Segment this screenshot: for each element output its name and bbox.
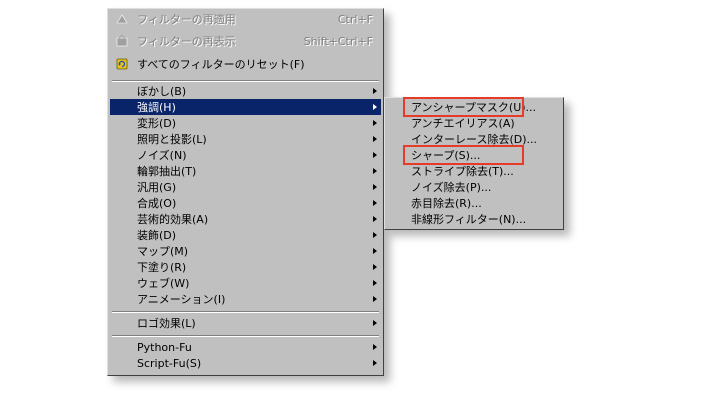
menu-item-logo-effects[interactable]: ロゴ効果(L) [110,315,381,331]
submenu-arrow-icon [373,120,377,126]
menu-item-label: シャープ(S)... [411,149,481,162]
submenu-item-destripe[interactable]: ストライプ除去(T)... [387,163,561,179]
filter-dialog-icon [116,34,128,47]
menu-item-blur[interactable]: ぼかし(B) [110,83,381,99]
menu-item-label: 芸術的効果(A) [137,213,209,226]
submenu-arrow-icon [373,88,377,94]
shortcut-label: Shift+Ctrl+F [303,35,373,48]
submenu-arrow-icon [373,248,377,254]
menu-item-label: ウェブ(W) [137,277,190,290]
menu-item-label: Script-Fu(S) [137,357,202,370]
menu-separator [112,80,379,82]
menu-item-reshow-filter[interactable]: フィルターの再表示 Shift+Ctrl+F [110,33,381,49]
submenu-arrow-icon [373,152,377,158]
menu-item-artistic[interactable]: 芸術的効果(A) [110,211,381,227]
submenu-arrow-icon [373,216,377,222]
menu-item-label: アニメーション(I) [137,293,226,306]
menu-item-combine[interactable]: 合成(O) [110,195,381,211]
submenu-item-antialias[interactable]: アンチエイリアス(A) [387,115,561,131]
menu-item-label: フィルターの再表示 [137,35,236,48]
menu-item-edge-detect[interactable]: 輪郭抽出(T) [110,163,381,179]
shortcut-label: Ctrl+F [337,13,373,26]
submenu-arrow-icon [373,232,377,238]
menu-separator [112,311,379,313]
submenu-arrow-icon [373,264,377,270]
menu-item-label: インターレース除去(D)... [411,133,537,146]
menu-item-animation[interactable]: アニメーション(I) [110,291,381,307]
menu-item-label: ぼかし(B) [137,85,187,98]
menu-item-label: 下塗り(R) [137,261,187,274]
menu-separator [112,335,379,337]
menu-item-label: ノイズ除去(P)... [411,181,492,194]
menu-item-render[interactable]: 下塗り(R) [110,259,381,275]
menu-item-web[interactable]: ウェブ(W) [110,275,381,291]
menu-item-distorts[interactable]: 変形(D) [110,115,381,131]
enhance-submenu: アンシャープマスク(U)... アンチエイリアス(A) インターレース除去(D)… [384,97,564,230]
menu-item-enhance[interactable]: 強調(H) [110,99,381,115]
menu-item-generic[interactable]: 汎用(G) [110,179,381,195]
submenu-arrow-icon [373,136,377,142]
menu-item-python-fu[interactable]: Python-Fu [110,339,381,355]
submenu-item-unsharp-mask[interactable]: アンシャープマスク(U)... [387,99,561,115]
menu-item-reset-all-filters[interactable]: すべてのフィルターのリセット(F) [110,56,381,72]
submenu-item-despeckle[interactable]: ノイズ除去(P)... [387,179,561,195]
submenu-arrow-icon [373,360,377,366]
submenu-arrow-icon [373,344,377,350]
submenu-arrow-icon [373,296,377,302]
submenu-item-deinterlace[interactable]: インターレース除去(D)... [387,131,561,147]
menu-item-label: 輪郭抽出(T) [137,165,197,178]
submenu-arrow-icon [373,184,377,190]
submenu-item-sharpen[interactable]: シャープ(S)... [387,147,561,163]
menu-item-label: Python-Fu [137,341,192,354]
submenu-arrow-icon [373,280,377,286]
menu-item-label: 合成(O) [137,197,177,210]
menu-item-label: マップ(M) [137,245,189,258]
menu-item-map[interactable]: マップ(M) [110,243,381,259]
menu-item-decor[interactable]: 装飾(D) [110,227,381,243]
menu-item-label: ロゴ効果(L) [137,317,196,330]
menu-item-label: 装飾(D) [137,229,177,242]
submenu-item-red-eye-removal[interactable]: 赤目除去(R)... [387,195,561,211]
menu-item-script-fu[interactable]: Script-Fu(S) [110,355,381,371]
menu-item-reapply-filter[interactable]: フィルターの再適用 Ctrl+F [110,11,381,27]
filters-menu: フィルターの再適用 Ctrl+F フィルターの再表示 Shift+Ctrl+F … [107,8,384,376]
menu-item-label: アンチエイリアス(A) [411,117,515,130]
filter-icon [116,13,128,25]
menu-item-label: アンシャープマスク(U)... [411,101,537,114]
menu-item-label: ストライプ除去(T)... [411,165,514,178]
menu-item-label: 汎用(G) [137,181,177,194]
menu-item-light-and-shadow[interactable]: 照明と投影(L) [110,131,381,147]
submenu-arrow-icon [373,168,377,174]
reset-icon [116,58,128,70]
menu-item-label: 強調(H) [137,101,176,114]
menu-item-label: 非線形フィルター(N)... [411,213,527,226]
submenu-item-nl-filter[interactable]: 非線形フィルター(N)... [387,211,561,227]
menu-item-noise[interactable]: ノイズ(N) [110,147,381,163]
menu-item-label: 変形(D) [137,117,177,130]
submenu-arrow-icon [373,104,377,110]
menu-item-label: 赤目除去(R)... [411,197,482,210]
menu-item-label: ノイズ(N) [137,149,187,162]
menu-item-label: すべてのフィルターのリセット(F) [137,58,305,71]
menu-item-label: 照明と投影(L) [137,133,207,146]
menu-item-label: フィルターの再適用 [137,13,236,26]
submenu-arrow-icon [373,200,377,206]
submenu-arrow-icon [373,320,377,326]
